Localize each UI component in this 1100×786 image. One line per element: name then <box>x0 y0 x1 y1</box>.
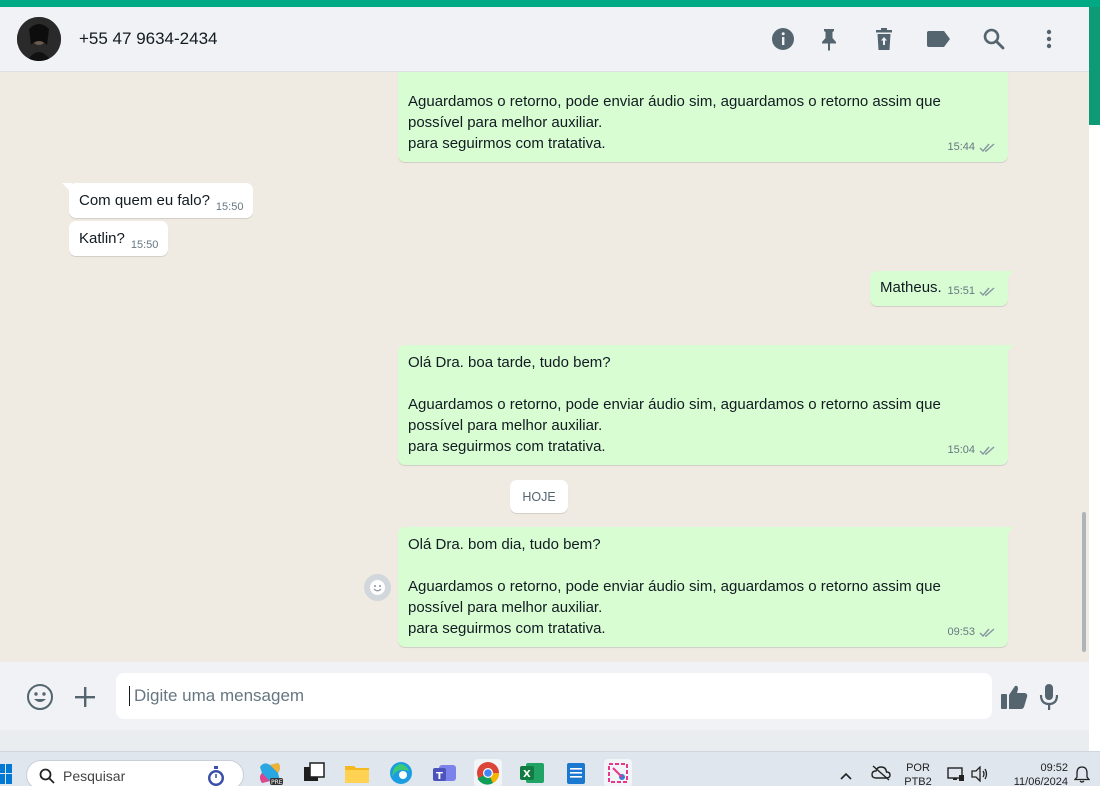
info-icon[interactable] <box>769 25 797 53</box>
bubble-tail <box>62 183 72 193</box>
message-outgoing[interactable]: Olá Dra. boa tarde, tudo bem? Aguardamos… <box>398 345 1014 465</box>
message-meta: 15:51 <box>947 281 996 302</box>
message-outgoing[interactable]: Aguardamos o retorno, pode enviar áudio … <box>398 72 1008 162</box>
message-time: 15:04 <box>947 444 975 456</box>
read-ticks-icon <box>979 287 995 297</box>
snipping-tool-icon[interactable] <box>604 759 632 786</box>
stopwatch-icon <box>208 766 224 786</box>
file-explorer-icon[interactable] <box>343 759 371 786</box>
task-view-icon[interactable] <box>300 759 328 786</box>
message-text: Olá Dra. boa tarde, tudo bem? Aguardamos… <box>408 354 941 455</box>
excel-icon[interactable]: X <box>518 759 546 786</box>
message-incoming[interactable]: Katlin? 15:50 <box>69 221 169 256</box>
label-icon[interactable] <box>925 25 953 53</box>
clock-date: 11/06/2024 <box>1013 776 1068 786</box>
message-list[interactable]: Aguardamos o retorno, pode enviar áudio … <box>0 72 1089 662</box>
teams-icon[interactable]: T <box>431 759 459 786</box>
bubble-tail <box>1004 527 1014 537</box>
message-text: Olá Dra. bom dia, tudo bem? Aguardamos o… <box>408 536 941 637</box>
svg-text:X: X <box>523 769 531 780</box>
notification-bell-icon[interactable] <box>1073 766 1091 786</box>
message-text: Aguardamos o retorno, pode enviar áudio … <box>408 93 941 152</box>
scrollbar-thumb[interactable] <box>1082 512 1086 652</box>
bubble-tail <box>1004 271 1014 281</box>
taskbar-search-label: Pesquisar <box>63 768 126 784</box>
message-text: Matheus. <box>880 279 942 296</box>
message-time: 15:50 <box>215 201 244 213</box>
message-time: 15:50 <box>130 239 159 251</box>
contact-avatar[interactable] <box>17 17 61 61</box>
pin-icon[interactable] <box>815 25 843 53</box>
message-text: Com quem eu falo? <box>79 192 210 209</box>
delete-icon[interactable] <box>870 25 898 53</box>
read-ticks-icon <box>979 628 995 638</box>
message-outgoing[interactable]: Olá Dra. bom dia, tudo bem? Aguardamos o… <box>398 527 1014 647</box>
emoji-icon[interactable] <box>25 682 55 712</box>
message-meta: 15:44 <box>947 137 996 158</box>
chevron-up-icon[interactable] <box>840 767 852 785</box>
search-icon[interactable] <box>980 25 1008 53</box>
message-composer <box>0 662 1089 730</box>
windows-taskbar: Pesquisar PRE T X POR PTB2 09:52 11/06/2… <box>0 751 1100 786</box>
copilot-icon[interactable]: PRE <box>256 759 284 786</box>
whatsapp-chat-window: +55 47 9634-2434 Aguardamos o retorno, p… <box>0 7 1089 730</box>
attach-plus-icon[interactable] <box>70 682 100 712</box>
search-icon <box>39 768 55 784</box>
menu-icon[interactable] <box>1035 25 1063 53</box>
contact-name[interactable]: +55 47 9634-2434 <box>79 29 218 49</box>
onedrive-offline-icon[interactable] <box>871 765 891 786</box>
emoji-reaction-icon[interactable] <box>364 574 391 601</box>
window-scrollbar[interactable] <box>1089 7 1100 751</box>
notepad-icon[interactable] <box>562 759 590 786</box>
bubble-tail <box>1004 345 1014 355</box>
message-input[interactable] <box>116 673 992 719</box>
input-language-indicator[interactable]: POR PTB2 <box>902 761 934 786</box>
message-outgoing[interactable]: Matheus. 15:51 <box>870 271 1014 306</box>
svg-text:PRE: PRE <box>271 779 283 786</box>
app-accent-bar <box>0 0 1100 7</box>
microphone-icon[interactable] <box>1034 682 1064 712</box>
chat-header: +55 47 9634-2434 <box>0 7 1089 72</box>
edge-browser-icon[interactable] <box>387 759 415 786</box>
text-caret <box>129 686 130 706</box>
chrome-icon[interactable] <box>474 759 502 786</box>
date-divider: HOJE <box>510 480 568 513</box>
message-meta: 09:53 <box>947 622 996 643</box>
message-incoming[interactable]: Com quem eu falo? 15:50 <box>62 183 254 218</box>
message-meta: 15:04 <box>947 440 996 461</box>
read-ticks-icon <box>979 143 995 153</box>
network-icon[interactable] <box>947 766 965 786</box>
system-clock[interactable]: 09:52 11/06/2024 <box>1000 761 1068 786</box>
chat-scrollbar[interactable] <box>1080 72 1089 662</box>
window-bottom-strip <box>0 730 1089 751</box>
message-text: Katlin? <box>79 230 125 247</box>
windows-start-icon[interactable] <box>0 764 12 784</box>
volume-icon[interactable] <box>971 765 989 786</box>
thumbs-up-icon[interactable] <box>999 682 1029 712</box>
taskbar-search[interactable]: Pesquisar <box>26 760 244 786</box>
keyboard-layout: PTB2 <box>904 776 932 786</box>
clock-time: 09:52 <box>1040 762 1068 774</box>
svg-text:T: T <box>436 771 443 782</box>
message-time: 15:44 <box>947 141 975 153</box>
language-code: POR <box>906 762 930 774</box>
message-time: 09:53 <box>947 626 975 638</box>
window-scroll-thumb[interactable] <box>1089 7 1100 125</box>
message-time: 15:51 <box>947 285 975 297</box>
read-ticks-icon <box>979 446 995 456</box>
